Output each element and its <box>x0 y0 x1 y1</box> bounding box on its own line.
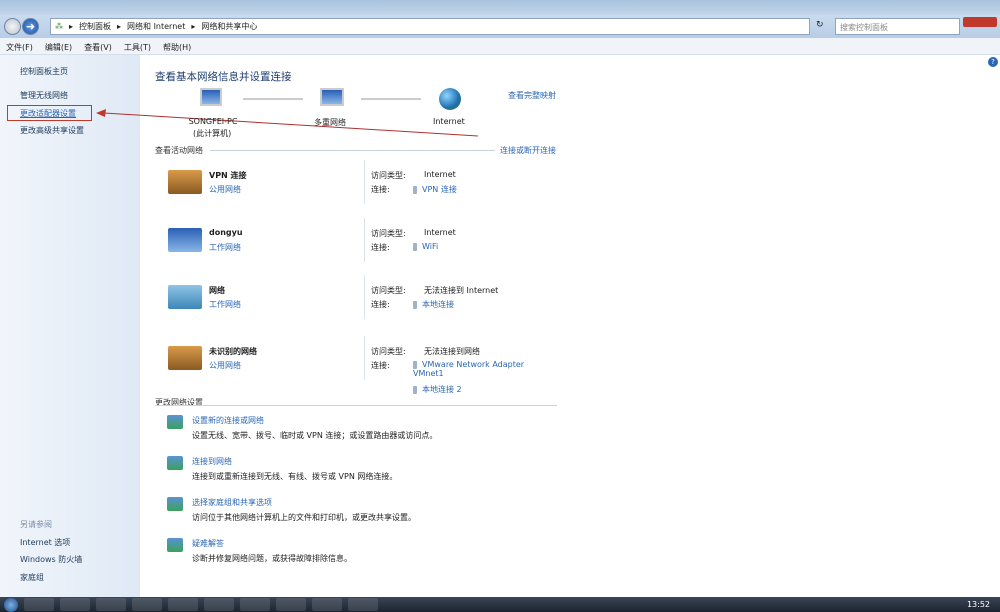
connection-name: 本地连接 <box>422 300 454 309</box>
taskbar-app[interactable] <box>312 598 342 611</box>
taskbar-app[interactable] <box>348 598 378 611</box>
task-icon <box>167 538 183 552</box>
task-link[interactable]: 疑难解答 <box>192 538 224 549</box>
connection-name: 本地连接 2 <box>422 385 462 394</box>
network-type-link[interactable]: 公用网络 <box>209 184 241 195</box>
divider <box>364 160 365 204</box>
network-type-link[interactable]: 工作网络 <box>209 242 241 253</box>
connection-name: VMware Network Adapter VMnet1 <box>413 360 525 378</box>
connection-label: 连接: <box>371 300 390 309</box>
help-icon[interactable]: ? <box>988 57 998 67</box>
access-type-label: 访问类型: <box>371 229 406 238</box>
active-networks-heading: 查看活动网络 <box>155 146 203 155</box>
connection-link[interactable]: WiFi <box>413 242 538 251</box>
task-link[interactable]: 选择家庭组和共享选项 <box>192 497 272 508</box>
network-icon <box>168 228 202 252</box>
adapter-icon <box>413 242 417 251</box>
network-icon <box>168 285 202 309</box>
connection-link[interactable]: VPN 连接 <box>413 184 538 195</box>
map-pc-label: SONGFEI-PC <box>188 117 238 126</box>
connection-link[interactable]: 本地连接 <box>413 299 538 310</box>
taskbar-app[interactable] <box>60 598 90 611</box>
task-icon <box>167 456 183 470</box>
connection-name: WiFi <box>422 242 439 251</box>
change-settings-heading: 更改网络设置 <box>155 398 203 407</box>
task-icon <box>167 497 183 511</box>
task-link[interactable]: 连接到网络 <box>192 456 232 467</box>
network-type-link[interactable]: 工作网络 <box>209 299 241 310</box>
access-type-value: Internet <box>424 228 456 237</box>
connect-disconnect-link[interactable]: 连接或断开连接 <box>500 145 556 156</box>
connection-label: 连接: <box>371 243 390 252</box>
divider <box>364 218 365 262</box>
divider <box>364 275 365 319</box>
access-type-label: 访问类型: <box>371 171 406 180</box>
task-description: 设置无线、宽带、拨号、临时或 VPN 连接；或设置路由器或访问点。 <box>192 431 438 440</box>
access-type-value: Internet <box>424 170 456 179</box>
adapter-icon <box>413 385 417 394</box>
network-name: VPN 连接 <box>209 171 247 180</box>
map-pc-sub: (此计算机) <box>193 129 232 138</box>
access-type-label: 访问类型: <box>371 347 406 356</box>
taskbar <box>0 597 1000 612</box>
task-description: 诊断并修复网络问题，或获得故障排除信息。 <box>192 554 352 563</box>
access-type-label: 访问类型: <box>371 286 406 295</box>
connection-label: 连接: <box>371 361 390 370</box>
task-description: 访问位于其他网络计算机上的文件和打印机，或更改共享设置。 <box>192 513 416 522</box>
start-button[interactable] <box>4 597 18 612</box>
map-line <box>361 98 421 100</box>
network-type-link[interactable]: 公用网络 <box>209 360 241 371</box>
connection-label: 连接: <box>371 185 390 194</box>
connection-link[interactable]: 本地连接 2 <box>413 384 538 395</box>
taskbar-app[interactable] <box>240 598 270 611</box>
internet-globe-icon <box>439 88 461 110</box>
map-internet-label: Internet <box>433 117 465 126</box>
network-name: 未识别的网络 <box>209 347 257 356</box>
adapter-icon <box>413 185 417 194</box>
multiple-networks-icon <box>320 88 344 106</box>
clock[interactable]: 13:52 <box>967 600 990 609</box>
connection-link[interactable]: VMware Network Adapter VMnet1 <box>413 360 538 378</box>
access-type-value: 无法连接到网络 <box>424 347 480 356</box>
page-title: 查看基本网络信息并设置连接 <box>155 71 292 83</box>
connection-name: VPN 连接 <box>422 185 457 194</box>
taskbar-app[interactable] <box>204 598 234 611</box>
access-type-value: 无法连接到 Internet <box>424 286 499 295</box>
taskbar-app[interactable] <box>276 598 306 611</box>
network-name: 网络 <box>209 286 225 295</box>
divider <box>155 405 557 406</box>
network-name: dongyu <box>209 228 243 237</box>
divider <box>210 150 495 151</box>
taskbar-app[interactable] <box>24 598 54 611</box>
network-icon <box>168 346 202 370</box>
network-icon <box>168 170 202 194</box>
adapter-icon <box>413 360 417 369</box>
map-middle-label: 多重网络 <box>314 118 346 127</box>
divider <box>364 336 365 380</box>
taskbar-app[interactable] <box>132 598 162 611</box>
task-link[interactable]: 设置新的连接或网络 <box>192 415 264 426</box>
adapter-icon <box>413 300 417 309</box>
task-description: 连接到或重新连接到无线、有线、拨号或 VPN 网络连接。 <box>192 472 398 481</box>
task-icon <box>167 415 183 429</box>
full-map-link[interactable]: 查看完整映射 <box>508 90 556 101</box>
taskbar-app[interactable] <box>168 598 198 611</box>
computer-icon <box>200 88 222 106</box>
map-line <box>243 98 303 100</box>
taskbar-app[interactable] <box>96 598 126 611</box>
